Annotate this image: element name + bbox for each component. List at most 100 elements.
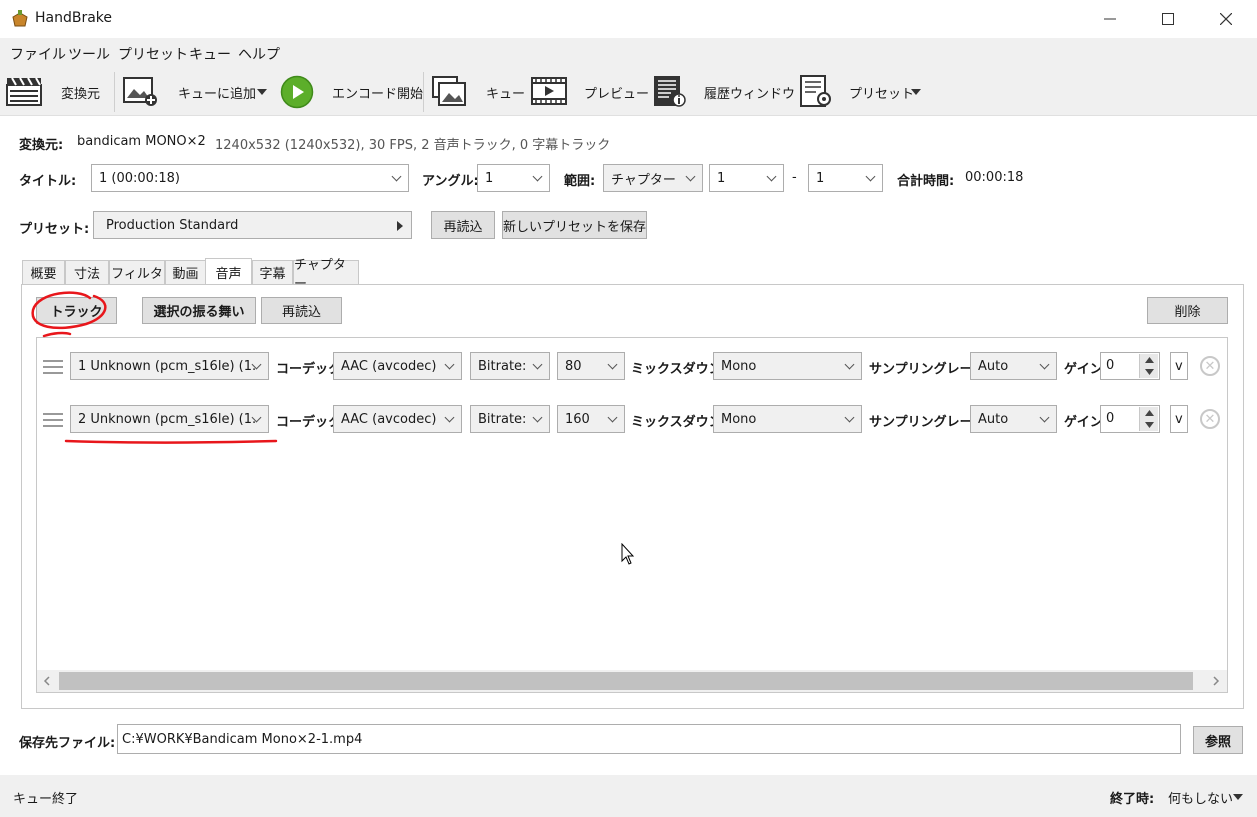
mouse-cursor-icon (621, 543, 635, 565)
stepper-down-icon[interactable] (1139, 419, 1158, 431)
source-button[interactable]: 変換元 (61, 83, 100, 102)
range-start-select[interactable]: 1 (709, 164, 784, 192)
browse-button[interactable]: 参照 (1193, 726, 1243, 754)
codec-select[interactable]: AAC (avcodec) (333, 405, 462, 433)
codec-value: AAC (avcodec) (341, 358, 437, 374)
tab-audio[interactable]: 音声 (205, 258, 252, 285)
reload-preset-button[interactable]: 再読込 (431, 211, 495, 239)
stepper-up-icon[interactable] (1139, 407, 1158, 419)
tab-summary[interactable]: 概要 (22, 260, 65, 284)
preset-select[interactable]: Production Standard (93, 211, 412, 239)
menu-queue[interactable]: キュー (189, 44, 231, 64)
scroll-right-icon[interactable] (1212, 676, 1220, 686)
gain-stepper[interactable]: 0 (1100, 352, 1160, 380)
chevron-down-icon (607, 412, 618, 423)
source-label: 変換元: (19, 138, 64, 153)
stepper-down-icon[interactable] (1139, 366, 1158, 378)
tab-video[interactable]: 動画 (165, 260, 206, 284)
more-settings-label: v (1175, 358, 1183, 374)
more-settings-button[interactable]: v (1170, 405, 1188, 433)
samplerate-label: サンプリングレート (869, 362, 986, 377)
quality-mode-select[interactable]: Bitrate: (470, 352, 550, 380)
bitrate-select[interactable]: 160 (557, 405, 625, 433)
duration-value: 00:00:18 (965, 170, 1024, 185)
angle-select[interactable]: 1 (477, 164, 550, 192)
chevron-down-icon[interactable] (257, 89, 267, 95)
scroll-left-icon[interactable] (43, 676, 51, 686)
range-end-select[interactable]: 1 (808, 164, 883, 192)
remove-all-button[interactable]: 削除 (1147, 297, 1228, 324)
activity-log-icon[interactable] (651, 75, 687, 107)
queue-button[interactable]: キュー (486, 83, 525, 102)
drag-handle-icon[interactable] (43, 413, 63, 427)
bitrate-select[interactable]: 80 (557, 352, 625, 380)
destination-label: 保存先ファイル: (19, 736, 116, 751)
menu-tools[interactable]: ツール (68, 44, 110, 64)
tab-filters[interactable]: フィルタ (109, 260, 165, 284)
maximize-icon[interactable] (1139, 0, 1197, 38)
window-title: HandBrake (35, 10, 113, 26)
gain-label: ゲイン (1064, 415, 1103, 430)
preview-button[interactable]: プレビュー (584, 83, 649, 102)
close-icon[interactable] (1197, 0, 1255, 38)
add-to-queue-button[interactable]: キューに追加 (178, 83, 256, 102)
more-settings-label: v (1175, 411, 1183, 427)
status-bar (0, 775, 1257, 817)
samplerate-select[interactable]: Auto (970, 405, 1057, 433)
quality-mode-select[interactable]: Bitrate: (470, 405, 550, 433)
menu-presets[interactable]: プリセット (118, 44, 188, 64)
chevron-down-icon (444, 359, 455, 370)
preview-icon[interactable] (531, 75, 567, 107)
reload-tracks-button[interactable]: 再読込 (261, 297, 342, 324)
chevron-down-icon[interactable] (1233, 794, 1243, 800)
remove-track-icon[interactable]: ✕ (1200, 409, 1220, 429)
chevron-right-icon (397, 221, 403, 231)
start-encode-button[interactable]: エンコード開始 (332, 83, 423, 102)
clapperboard-icon[interactable] (6, 75, 42, 107)
annotation-circle (31, 291, 107, 338)
title-select[interactable]: 1 (00:00:18) (91, 164, 409, 192)
save-new-preset-button[interactable]: 新しいプリセットを保存 (502, 211, 647, 239)
when-done-select[interactable]: 何もしない (1168, 788, 1233, 807)
menu-file[interactable]: ファイル (10, 44, 66, 64)
chevron-down-icon[interactable] (911, 89, 921, 95)
queue-icon[interactable] (431, 75, 467, 107)
drag-handle-icon[interactable] (43, 360, 63, 374)
tab-subtitles[interactable]: 字幕 (252, 260, 293, 284)
range-label: 範囲: (564, 174, 596, 189)
audio-track-list (36, 337, 1228, 693)
remove-track-icon[interactable]: ✕ (1200, 356, 1220, 376)
bitrate-value: 160 (565, 411, 590, 427)
gain-label: ゲイン (1064, 362, 1103, 377)
tab-chapters[interactable]: チャプター (293, 258, 359, 292)
gain-stepper[interactable]: 0 (1100, 405, 1160, 433)
track-source-select[interactable]: 1 Unknown (pcm_s16le) (1. (70, 352, 269, 380)
tab-dimensions[interactable]: 寸法 (65, 260, 109, 284)
stepper-up-icon[interactable] (1139, 354, 1158, 366)
track-source-select[interactable]: 2 Unknown (pcm_s16le) (1. (70, 405, 269, 433)
mixdown-select[interactable]: Mono (713, 405, 862, 433)
more-settings-button[interactable]: v (1170, 352, 1188, 380)
toolbar-separator (423, 72, 424, 112)
presets-icon[interactable] (798, 75, 834, 107)
samplerate-value: Auto (978, 358, 1009, 374)
presets-button[interactable]: プリセット (849, 83, 914, 102)
mixdown-select[interactable]: Mono (713, 352, 862, 380)
minimize-icon[interactable] (1081, 0, 1139, 38)
play-icon[interactable] (280, 75, 314, 109)
title-bar (0, 0, 1257, 38)
scrollbar-thumb[interactable] (59, 672, 1193, 690)
codec-select[interactable]: AAC (avcodec) (333, 352, 462, 380)
chevron-down-icon (1039, 412, 1050, 423)
chevron-down-icon (532, 412, 543, 423)
add-to-queue-icon[interactable] (122, 75, 158, 107)
range-end-value: 1 (816, 170, 825, 186)
chevron-down-icon (444, 412, 455, 423)
samplerate-select[interactable]: Auto (970, 352, 1057, 380)
activity-window-button[interactable]: 履歴ウィンドウ (704, 83, 795, 102)
destination-path-input[interactable]: C:¥WORK¥Bandicam Mono×2-1.mp4 (117, 724, 1181, 754)
title-select-value: 1 (00:00:18) (99, 170, 180, 186)
selection-behavior-button[interactable]: 選択の振る舞い (142, 297, 256, 324)
range-type-select[interactable]: チャプター (603, 164, 703, 192)
menu-help[interactable]: ヘルプ (238, 44, 280, 64)
